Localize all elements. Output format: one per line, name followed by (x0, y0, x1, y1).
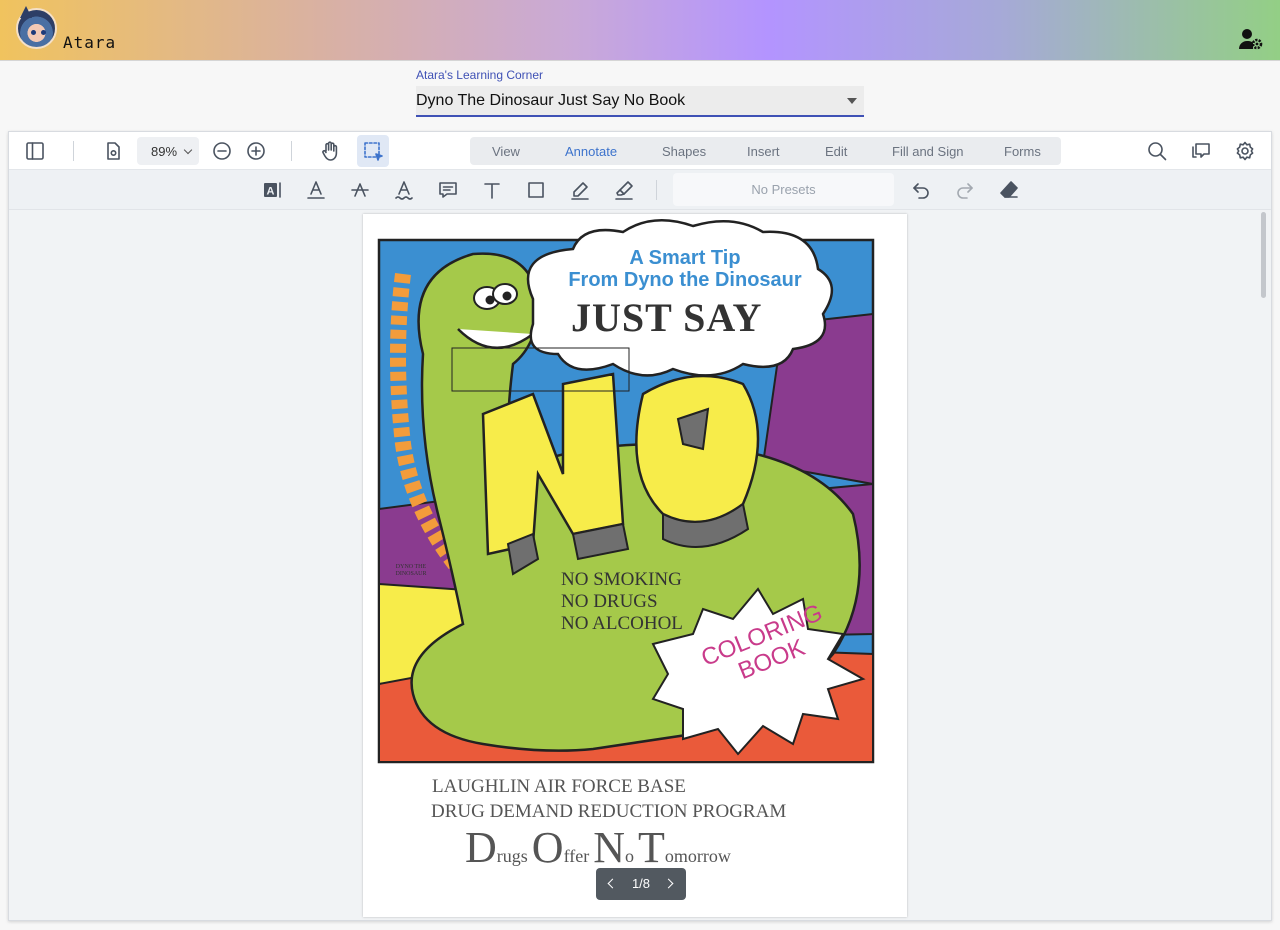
tab-fill-and-sign[interactable]: Fill and Sign (892, 144, 964, 159)
chevron-down-icon (847, 98, 857, 104)
tab-shapes[interactable]: Shapes (662, 144, 706, 159)
avatar[interactable] (16, 6, 57, 49)
cloud-line-1: A Smart Tip (629, 247, 741, 269)
no-list: NO SMOKING NO DRUGS NO ALCOHOL (561, 569, 683, 635)
freehand-icon[interactable] (570, 180, 590, 200)
search-icon[interactable] (1147, 141, 1167, 161)
acronym-line: Drugs Offer No Tomorrow (465, 822, 731, 873)
sidebar-toggle-icon[interactable] (25, 141, 45, 161)
acronym-rest: o (625, 846, 634, 866)
main-toolbar: 89% View Annotate Shapes Insert Edit Fil… (9, 132, 1271, 170)
text-highlight-icon[interactable]: A (262, 180, 282, 200)
tab-edit[interactable]: Edit (825, 144, 847, 159)
zoom-out-icon[interactable] (212, 141, 232, 161)
acronym-rest: omorrow (664, 846, 731, 866)
acronym-cap: D (465, 823, 497, 872)
divider (291, 141, 292, 161)
underline-icon[interactable] (306, 179, 326, 201)
settings-icon[interactable] (1235, 141, 1255, 161)
select-region-icon[interactable] (362, 140, 384, 162)
redo-icon[interactable] (955, 180, 975, 200)
strikeout-icon[interactable] (350, 179, 370, 201)
tab-annotate[interactable]: Annotate (565, 144, 617, 159)
comment-icon[interactable] (438, 180, 458, 200)
document-select-value: Dyno The Dinosaur Just Say No Book (416, 92, 686, 109)
comments-icon[interactable] (1191, 141, 1211, 161)
cloud-line-2: From Dyno the Dinosaur (568, 269, 802, 291)
pan-hand-icon[interactable] (319, 140, 341, 162)
footer-line-1: LAUGHLIN AIR FORCE BASE (432, 776, 686, 797)
annotation-toolbar: A No Presets (9, 170, 1271, 210)
highlighter-pen-icon[interactable] (614, 180, 634, 200)
acronym-rest: ffer (563, 846, 590, 866)
footer-line-2: DRUG DEMAND REDUCTION PROGRAM (431, 801, 787, 822)
user-gear-icon[interactable] (1238, 27, 1264, 51)
svg-text:A: A (267, 186, 275, 198)
pdf-viewer: 89% View Annotate Shapes Insert Edit Fil… (8, 131, 1272, 921)
list-item: NO DRUGS (561, 591, 658, 612)
tab-forms[interactable]: Forms (1004, 144, 1041, 159)
zoom-in-icon[interactable] (246, 141, 266, 161)
pdf-page[interactable]: A Smart Tip From Dyno the Dinosaur JUST … (363, 214, 907, 917)
presets-field[interactable]: No Presets (673, 173, 894, 206)
cloud-text: A Smart Tip From Dyno the Dinosaur (363, 247, 907, 291)
freetext-icon[interactable] (482, 180, 502, 200)
divider (656, 180, 657, 200)
acronym-cap: T (638, 823, 665, 872)
rectangle-icon[interactable] (526, 180, 546, 200)
ribbon-tabs: View Annotate Shapes Insert Edit Fill an… (470, 137, 1061, 165)
zoom-dropdown[interactable]: 89% (137, 137, 199, 165)
undo-icon[interactable] (911, 180, 931, 200)
selector-label: Atara's Learning Corner (416, 68, 544, 82)
tab-view[interactable]: View (492, 144, 520, 159)
acronym-rest: rugs (496, 846, 528, 866)
presets-label: No Presets (751, 182, 816, 197)
document-select[interactable]: Dyno The Dinosaur Just Say No Book (416, 86, 864, 117)
list-item: NO SMOKING (561, 569, 682, 590)
side-mark: DYNO THE DINOSAUR (395, 564, 427, 577)
eraser-icon[interactable] (999, 180, 1019, 200)
squiggly-icon[interactable] (394, 179, 414, 201)
page-settings-icon[interactable] (103, 141, 123, 161)
acronym-cap: O (531, 823, 564, 872)
acronym-cap: N (593, 823, 625, 872)
app-name: Atara (63, 33, 117, 52)
zoom-value: 89% (151, 144, 178, 159)
divider (73, 141, 74, 161)
chevron-down-icon (183, 145, 193, 155)
tab-insert[interactable]: Insert (747, 144, 780, 159)
vertical-scrollbar[interactable] (1261, 212, 1266, 298)
app-header: Atara (0, 0, 1280, 61)
list-item: NO ALCOHOL (561, 613, 683, 634)
page-navigation: 1/8 (596, 868, 686, 900)
headline: JUST SAY (571, 295, 763, 340)
